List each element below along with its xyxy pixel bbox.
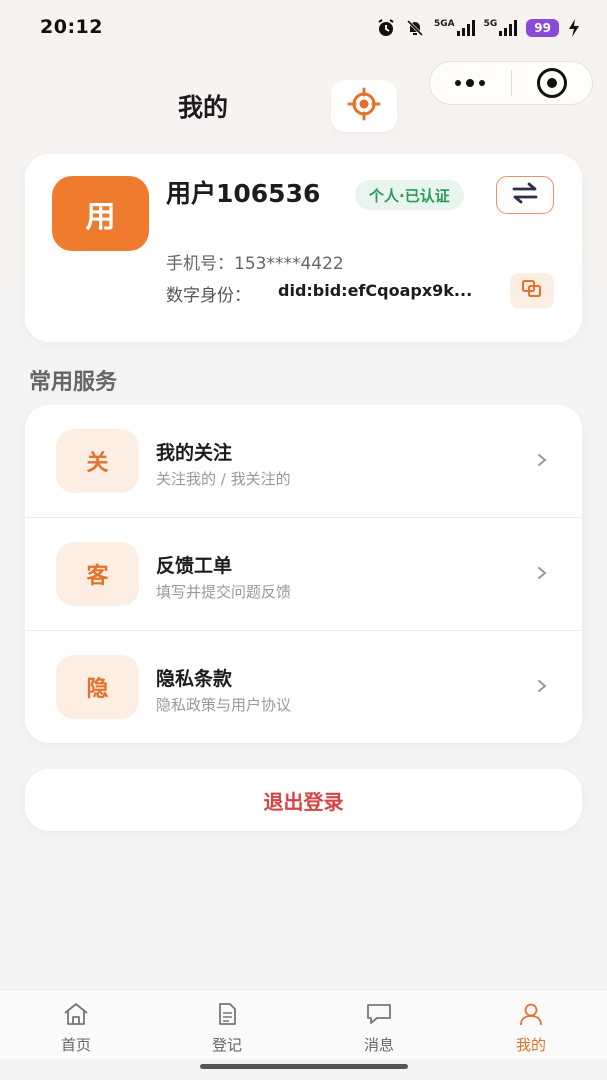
charging-icon	[568, 19, 580, 37]
home-icon	[62, 1002, 90, 1030]
battery-icon: 99	[526, 19, 559, 37]
mute-bell-icon	[405, 18, 425, 38]
signal-label-2: 5G	[483, 19, 498, 29]
more-dots-icon	[455, 79, 486, 87]
avatar: 用	[52, 176, 149, 251]
service-title: 隐私条款	[156, 668, 233, 690]
follow-icon: 关	[56, 429, 139, 493]
phone-row: 手机号：153****4422	[166, 249, 344, 274]
home-indicator	[200, 1064, 408, 1069]
tab-mine[interactable]: 我的	[481, 1002, 581, 1055]
chevron-right-icon	[535, 449, 549, 471]
tab-home[interactable]: 首页	[26, 1002, 126, 1055]
chevron-right-icon	[535, 562, 549, 584]
profile-card: 用 用户106536 个人·已认证 手机号：153****4422 数字身份： …	[25, 154, 582, 342]
services-card: 关 我的关注 关注我的 / 我关注的 客 反馈工单 填写并提交问题反馈 隐 隐私…	[25, 405, 582, 743]
service-subtitle: 隐私政策与用户协议	[156, 696, 292, 714]
tab-messages[interactable]: 消息	[329, 1002, 429, 1055]
copy-did-button[interactable]	[510, 273, 554, 309]
capsule-menu	[429, 61, 593, 105]
logout-button[interactable]: 退出登录	[25, 769, 582, 831]
page-title: 我的	[178, 93, 229, 122]
tab-bar: 首页 登记 消息 我的	[0, 989, 607, 1059]
phone-label: 手机号：	[166, 254, 234, 274]
message-icon	[365, 1002, 393, 1030]
phone-value: 153****4422	[234, 254, 344, 274]
service-item-privacy[interactable]: 隐 隐私条款 隐私政策与用户协议	[25, 631, 582, 744]
close-target-icon	[536, 68, 567, 98]
did-value: did:bid:efCqoapx9k...	[278, 281, 473, 300]
status-icons: 5GA 5G 99	[376, 16, 580, 40]
feedback-icon: 客	[56, 542, 139, 606]
username: 用户106536	[166, 179, 321, 208]
user-icon	[518, 1002, 544, 1030]
tab-label: 我的	[515, 1036, 546, 1054]
locate-button[interactable]	[331, 80, 397, 132]
switch-account-button[interactable]	[496, 176, 554, 214]
signal-label-1: 5GA	[434, 19, 455, 29]
signal-icon: 5G	[484, 20, 518, 36]
locate-icon	[347, 87, 381, 125]
tab-register[interactable]: 登记	[177, 1002, 277, 1055]
privacy-icon: 隐	[56, 655, 139, 719]
status-time: 20:12	[40, 16, 103, 38]
verified-badge: 个人·已认证	[355, 180, 464, 210]
service-subtitle: 填写并提交问题反馈	[156, 583, 292, 601]
more-button[interactable]	[430, 62, 511, 104]
close-button[interactable]	[512, 62, 593, 104]
service-title: 反馈工单	[156, 555, 233, 577]
service-title: 我的关注	[156, 442, 233, 464]
chevron-right-icon	[535, 675, 549, 697]
service-item-follow[interactable]: 关 我的关注 关注我的 / 我关注的	[25, 405, 582, 518]
service-subtitle: 关注我的 / 我关注的	[156, 470, 291, 488]
tab-label: 登记	[211, 1036, 242, 1054]
tab-label: 首页	[60, 1036, 91, 1054]
copy-icon	[521, 279, 543, 303]
service-item-feedback[interactable]: 客 反馈工单 填写并提交问题反馈	[25, 518, 582, 631]
document-icon	[215, 1002, 239, 1030]
did-label: 数字身份：	[166, 286, 251, 306]
alarm-icon	[376, 18, 396, 38]
switch-arrows-icon	[511, 182, 539, 208]
signal-icon: 5GA	[434, 20, 475, 36]
tab-label: 消息	[363, 1036, 394, 1054]
section-title: 常用服务	[29, 370, 118, 395]
